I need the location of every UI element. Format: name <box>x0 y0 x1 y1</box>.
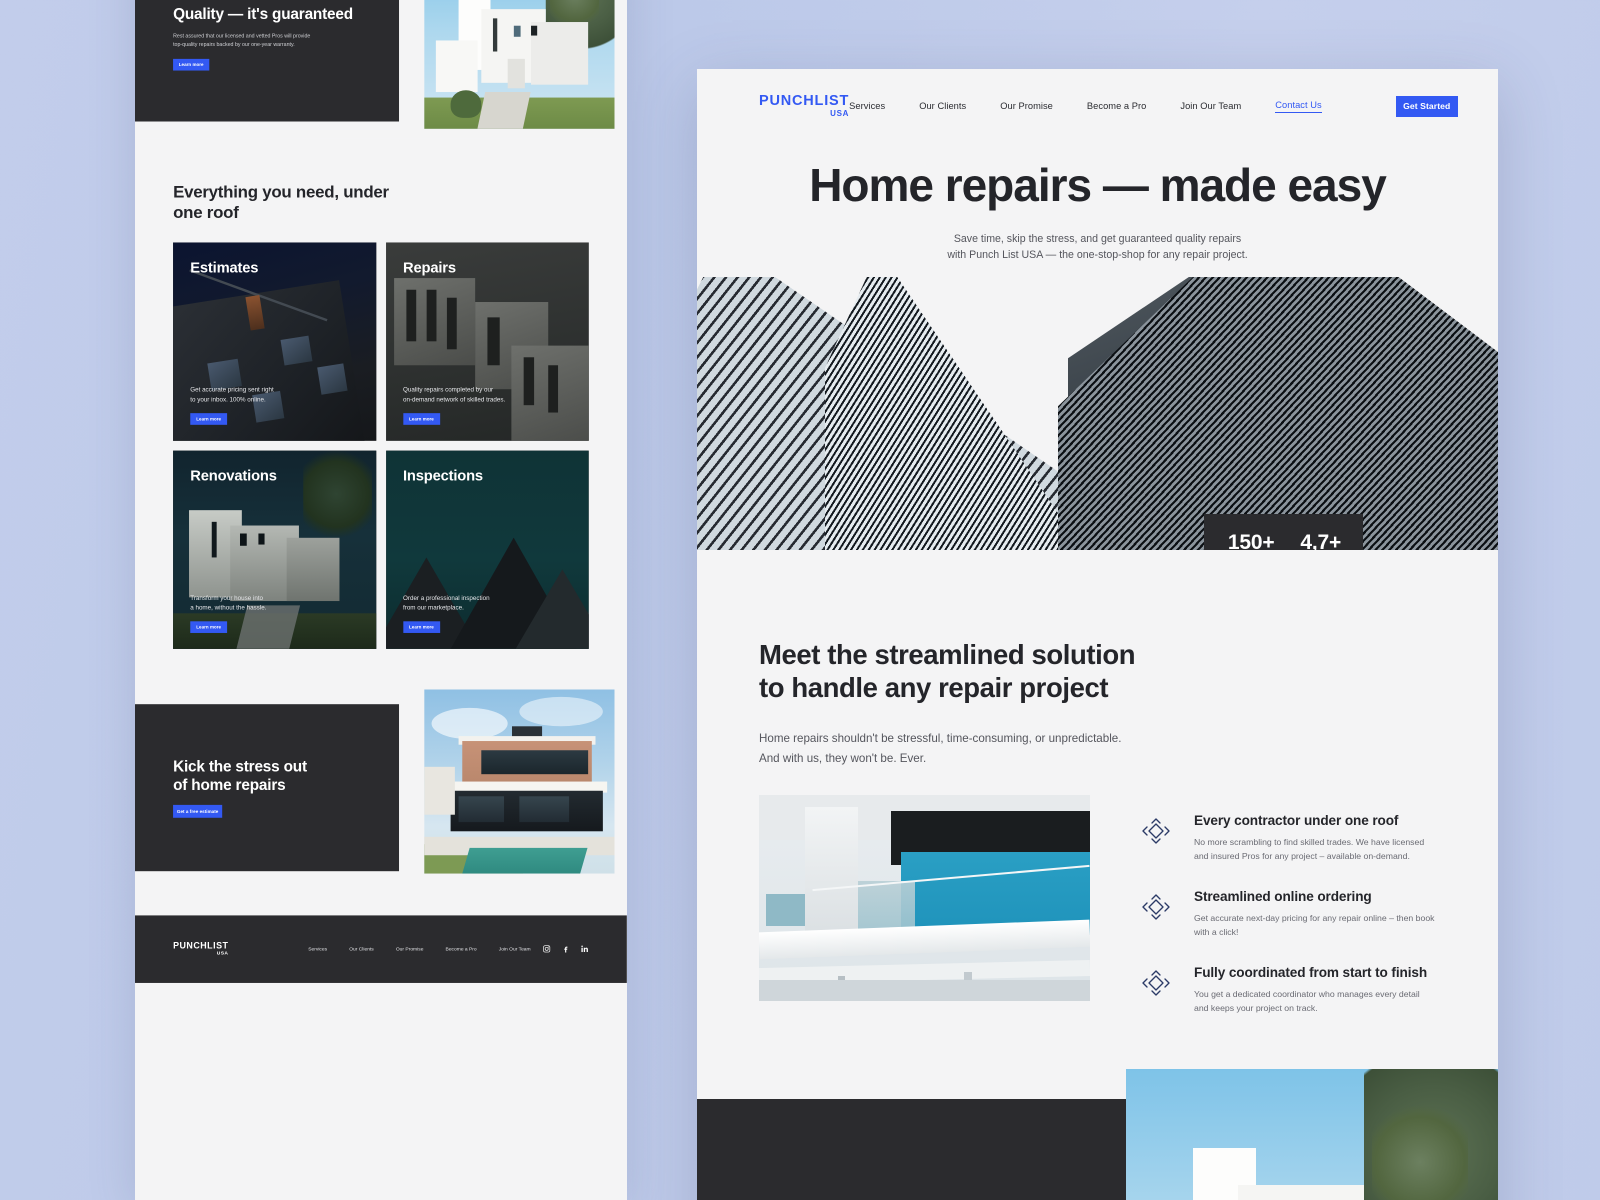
balcony-photo <box>759 794 1090 1001</box>
stat-value: 150+ <box>1227 531 1275 551</box>
stat-reviews: 150+ Reviews <box>1227 531 1275 551</box>
service-card-title: Repairs <box>403 259 456 277</box>
solution-heading: Meet the streamlined solution to handle a… <box>759 639 1136 704</box>
quality-panel: Quality — it's guaranteed Rest assured t… <box>135 0 400 122</box>
nav-link-join-our-team[interactable]: Join Our Team <box>1180 101 1241 111</box>
footer-link-join-our-team[interactable]: Join Our Team <box>499 946 531 952</box>
nav-link-our-clients[interactable]: Our Clients <box>919 101 966 111</box>
diamond-chevrons-icon <box>1140 967 1172 999</box>
service-card-title: Inspections <box>403 467 483 485</box>
stat-value: 4,7+ <box>1300 531 1341 551</box>
cta-panel: Kick the stress out of home repairs Get a… <box>135 703 400 871</box>
footer-link-our-promise[interactable]: Our Promise <box>396 946 424 952</box>
main-page-content: PUNCHLIST USA Services Our Clients Our P… <box>697 69 1498 1200</box>
site-header: PUNCHLIST USA Services Our Clients Our P… <box>697 69 1498 143</box>
logo-name: PUNCHLIST <box>759 93 850 110</box>
service-card-body: Get accurate pricing sent right to your i… <box>190 386 274 404</box>
nav-link-services[interactable]: Services <box>849 101 885 111</box>
service-card-inspections[interactable]: Inspections Order a professional inspect… <box>385 450 589 649</box>
service-card-body: Order a professional inspection from our … <box>403 594 490 612</box>
quality-band: Quality — it's guaranteed Rest assured t… <box>697 1069 1498 1200</box>
white-villa-photo <box>1126 1069 1498 1200</box>
footer-logo-name: PUNCHLIST <box>173 941 229 951</box>
quality-band: Quality — it's guaranteed Rest assured t… <box>135 0 627 139</box>
left-page-preview: Every contractor under one roof No more … <box>135 0 627 1200</box>
feature-item-coordination: Fully coordinated from start to finish Y… <box>1140 965 1436 1015</box>
feature-title: Streamlined online ordering <box>1194 888 1372 904</box>
service-card-learn-more-button[interactable]: Learn more <box>190 412 228 425</box>
service-card-repairs[interactable]: Repairs Quality repairs completed by our… <box>385 242 589 441</box>
quality-body-line1: Rest assured that our licensed and vette… <box>173 32 311 39</box>
services-section: Everything you need, under one roof Estim… <box>135 138 627 649</box>
pool-house-photo <box>424 689 615 874</box>
feature-body: You get a dedicated coordinator who mana… <box>1194 989 1420 1014</box>
footer-link-our-clients[interactable]: Our Clients <box>349 946 374 952</box>
service-card-learn-more-button[interactable]: Learn more <box>403 412 440 425</box>
facebook-icon[interactable] <box>562 945 570 953</box>
service-card-title: Renovations <box>190 467 277 485</box>
main-page-preview: PUNCHLIST USA Services Our Clients Our P… <box>697 69 1498 1200</box>
nav-link-become-a-pro[interactable]: Become a Pro <box>1087 101 1146 111</box>
feature-body: No more scrambling to find skilled trade… <box>1194 836 1425 861</box>
logo-sub: USA <box>830 108 850 118</box>
hero-subtitle: Save time, skip the stress, and get guar… <box>947 232 1248 262</box>
footer-logo-sub: USA <box>216 950 229 957</box>
feature-item-contractors: Every contractor under one roof No more … <box>1140 813 1436 863</box>
get-started-button[interactable]: Get Started <box>1395 95 1458 117</box>
service-card-learn-more-button[interactable]: Learn more <box>403 621 440 633</box>
cta-band: Kick the stress out of home repairs Get a… <box>135 689 627 881</box>
footer-nav: Services Our Clients Our Promise Become … <box>308 946 530 952</box>
main-nav: Services Our Clients Our Promise Become … <box>849 95 1458 117</box>
footer-logo[interactable]: PUNCHLIST USA <box>173 942 228 956</box>
feature-title: Every contractor under one roof <box>1194 812 1399 828</box>
nav-link-contact-us[interactable]: Contact Us <box>1275 100 1322 113</box>
footer-link-become-a-pro[interactable]: Become a Pro <box>446 946 477 952</box>
feature-list: Every contractor under one roof No more … <box>1140 795 1436 1016</box>
feature-title: Fully coordinated from start to finish <box>1194 965 1428 980</box>
quality-title: Quality — it's guaranteed <box>173 5 353 23</box>
stat-excellent: 4,7+ Excellent <box>1300 531 1341 550</box>
hero-architecture-photo: 150+ Reviews 4,7+ Excellent <box>697 277 1498 551</box>
left-page-content: Every contractor under one roof No more … <box>135 0 627 983</box>
service-card-body: Transform your house into a home, without… <box>190 594 267 612</box>
service-card-title: Estimates <box>190 259 259 277</box>
linkedin-icon[interactable] <box>581 945 589 953</box>
solution-lede: Home repairs shouldn't be stressful, tim… <box>759 731 1122 765</box>
nav-link-our-promise[interactable]: Our Promise <box>1000 101 1053 111</box>
social-links <box>543 945 589 953</box>
footer: PUNCHLIST USA Services Our Clients Our P… <box>135 915 627 983</box>
feature-body: Get accurate next-day pricing for any re… <box>1194 912 1435 937</box>
dark-striped-facade-right <box>1058 277 1498 551</box>
service-card-body: Quality repairs completed by our on-deman… <box>403 386 506 404</box>
diamond-chevrons-icon <box>1140 891 1172 923</box>
quality-title: Quality — it's guaranteed <box>759 1195 1065 1200</box>
service-card-estimates[interactable]: Estimates Get accurate pricing sent righ… <box>173 242 376 441</box>
service-card-renovations[interactable]: Renovations Transform your house into a h… <box>173 450 376 649</box>
solution-section: Meet the streamlined solution to handle a… <box>697 550 1498 1016</box>
hero-title: Home repairs — made easy <box>809 159 1387 211</box>
instagram-icon[interactable] <box>543 945 551 953</box>
cta-get-estimate-button[interactable]: Get a free estimate <box>173 804 223 818</box>
footer-link-services[interactable]: Services <box>308 946 327 952</box>
white-villa-photo <box>424 0 615 129</box>
services-grid: Estimates Get accurate pricing sent righ… <box>173 242 589 649</box>
quality-learn-more-button[interactable]: Learn more <box>173 59 210 71</box>
site-logo[interactable]: PUNCHLIST USA <box>759 94 849 118</box>
quality-body-line2: top-quality repairs backed by our one-ye… <box>173 41 295 48</box>
diamond-chevrons-icon <box>1140 815 1172 847</box>
services-heading: Everything you need, under one roof <box>173 182 389 222</box>
feature-item-ordering: Streamlined online ordering Get accurate… <box>1140 889 1436 939</box>
quality-panel: Quality — it's guaranteed Rest assured t… <box>697 1099 1127 1200</box>
service-card-learn-more-button[interactable]: Learn more <box>190 621 228 633</box>
cta-title: Kick the stress out of home repairs <box>173 758 307 794</box>
reviews-stats-badge: 150+ Reviews 4,7+ Excellent <box>1203 514 1363 551</box>
